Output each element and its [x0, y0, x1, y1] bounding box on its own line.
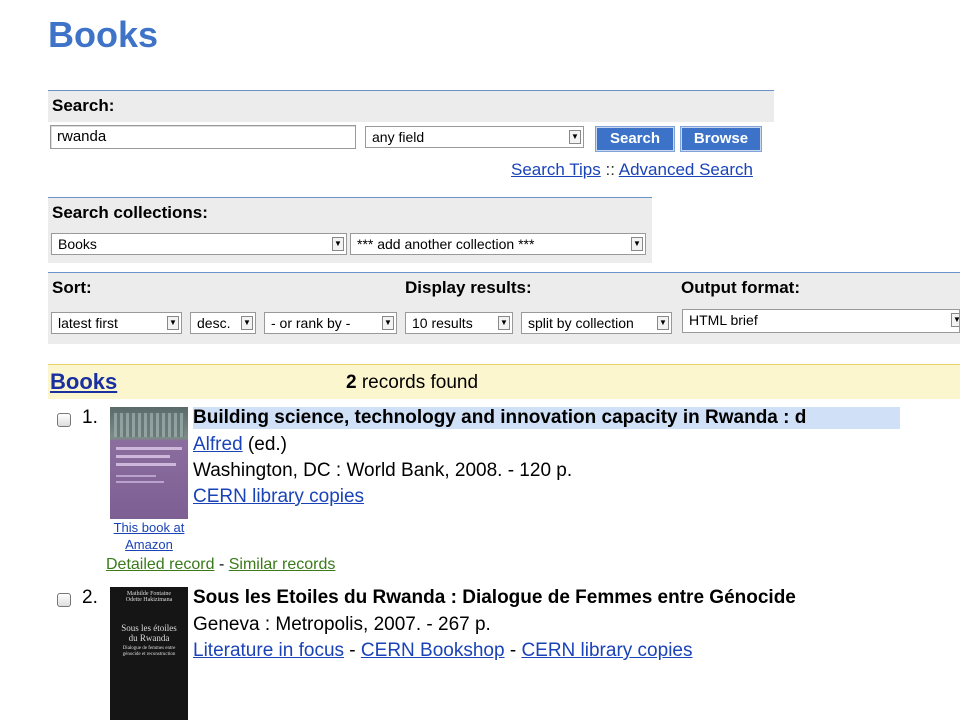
- dropdown-arrow-icon: ▼: [332, 237, 344, 251]
- links-dash-2: -: [504, 640, 522, 661]
- record-2-cover-author-2: Odette Hakizimana: [125, 597, 173, 603]
- record-2-cover-title-1: Sous les étoiles: [121, 623, 177, 633]
- record-1-number: 1.: [82, 407, 98, 428]
- actions-dash: -: [214, 556, 229, 573]
- links-dash-1: -: [344, 640, 361, 661]
- collection-select[interactable]: Books ▼: [51, 233, 347, 255]
- results-per-page-select[interactable]: 10 results ▼: [405, 312, 513, 334]
- output-format-label: Output format:: [681, 278, 800, 297]
- split-results-select[interactable]: split by collection ▼: [521, 312, 672, 334]
- literature-in-focus-link[interactable]: Literature in focus: [193, 640, 344, 661]
- dropdown-arrow-icon: ▼: [167, 316, 179, 330]
- records-found-text: 2 records found: [346, 372, 478, 394]
- output-format-select[interactable]: HTML brief ▼: [682, 309, 960, 333]
- record-2-cover-image[interactable]: Mathilde Fontaine Odette Hakizimana Sous…: [110, 587, 188, 720]
- add-collection-value: *** add another collection ***: [357, 236, 535, 252]
- options-section-header: Sort: Display results: Output format:: [48, 272, 960, 304]
- amazon-link[interactable]: This book at Amazon: [106, 519, 192, 553]
- display-results-label: Display results:: [405, 278, 532, 297]
- search-tips-link[interactable]: Search Tips: [511, 160, 601, 179]
- results-per-page-value: 10 results: [412, 315, 473, 331]
- search-input[interactable]: rwanda: [50, 125, 356, 149]
- record-1-cover-image[interactable]: [110, 407, 188, 519]
- results-collection-link[interactable]: Books: [50, 369, 117, 395]
- search-help-links: Search Tips :: Advanced Search: [511, 160, 753, 180]
- record-1-links: CERN library copies: [193, 486, 364, 508]
- record-2-title[interactable]: Sous les Etoiles du Rwanda : Dialogue de…: [193, 587, 900, 609]
- dropdown-arrow-icon: ▼: [631, 237, 643, 251]
- records-found-label: records found: [361, 372, 479, 393]
- record-1-author-suffix: (ed.): [242, 434, 287, 455]
- cern-bookshop-link[interactable]: CERN Bookshop: [361, 640, 505, 661]
- advanced-search-link[interactable]: Advanced Search: [619, 160, 753, 179]
- dropdown-arrow-icon: ▼: [241, 316, 253, 330]
- dropdown-arrow-icon: ▼: [498, 316, 510, 330]
- record-2-publication: Geneva : Metropolis, 2007. - 267 p.: [193, 614, 491, 635]
- sort-label: Sort:: [52, 278, 92, 297]
- record-2-number: 2.: [82, 587, 98, 608]
- record-2-cern-library-link[interactable]: CERN library copies: [521, 640, 692, 661]
- browse-button[interactable]: Browse: [681, 127, 761, 151]
- records-count: 2: [346, 372, 357, 393]
- sort-order-value: desc.: [197, 315, 231, 331]
- collections-section-header: Search collections:: [48, 197, 652, 229]
- dropdown-arrow-icon: ▼: [382, 316, 394, 330]
- record-1-actions: Detailed record - Similar records: [106, 556, 335, 574]
- results-header-bar: Books 2 records found: [48, 364, 960, 399]
- similar-records-link[interactable]: Similar records: [229, 556, 336, 573]
- record-1-author-link[interactable]: Alfred: [193, 434, 243, 455]
- dropdown-arrow-icon: ▼: [951, 313, 959, 327]
- sort-by-select[interactable]: latest first ▼: [51, 312, 182, 334]
- collections-label: Search collections:: [52, 203, 208, 222]
- collection-select-value: Books: [58, 236, 97, 252]
- record-1-publication: Washington, DC : World Bank, 2008. - 120…: [193, 460, 573, 481]
- record-1-checkbox[interactable]: [57, 413, 71, 427]
- search-field-select[interactable]: any field ▼: [365, 126, 584, 148]
- links-separator: ::: [605, 160, 615, 179]
- sort-order-select[interactable]: desc. ▼: [190, 312, 256, 334]
- record-2-links: Literature in focus - CERN Bookshop - CE…: [193, 640, 692, 662]
- search-section-header: Search:: [48, 90, 774, 122]
- search-button[interactable]: Search: [596, 127, 674, 151]
- dropdown-arrow-icon: ▼: [569, 130, 581, 144]
- sort-by-value: latest first: [58, 315, 118, 331]
- rank-by-value: - or rank by -: [271, 315, 351, 331]
- page-title: Books: [48, 14, 159, 55]
- split-results-value: split by collection: [528, 315, 634, 331]
- record-2-checkbox[interactable]: [57, 593, 71, 607]
- record-1-title[interactable]: Building science, technology and innovat…: [193, 407, 900, 429]
- record-1-cern-library-link[interactable]: CERN library copies: [193, 486, 364, 507]
- detailed-record-link[interactable]: Detailed record: [106, 556, 215, 573]
- search-label: Search:: [52, 96, 115, 115]
- record-1-author: Alfred (ed.): [193, 434, 287, 456]
- output-format-value: HTML brief: [689, 312, 758, 328]
- record-2-cover-subtitle: Dialogue de femmes entre génocide et rec…: [122, 646, 176, 657]
- record-1-title-text: Building science, technology and innovat…: [193, 407, 807, 428]
- record-2-cover-title-2: du Rwanda: [128, 633, 170, 643]
- dropdown-arrow-icon: ▼: [657, 316, 669, 330]
- search-field-value: any field: [372, 129, 425, 145]
- add-collection-select[interactable]: *** add another collection *** ▼: [350, 233, 646, 255]
- rank-by-select[interactable]: - or rank by - ▼: [264, 312, 397, 334]
